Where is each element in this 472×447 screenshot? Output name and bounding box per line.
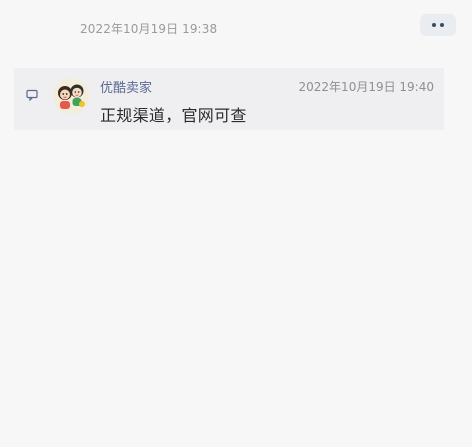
avatar[interactable] (53, 78, 89, 114)
more-options-button[interactable] (420, 14, 456, 36)
reply-card[interactable]: 优酷卖家 2022年10月19日 19:40 正规渠道，官网可查 (14, 68, 444, 130)
reply-text: 正规渠道，官网可查 (100, 106, 247, 125)
more-dot-icon (440, 23, 444, 27)
cartoon-avatar-icon (53, 78, 89, 114)
more-dot-icon (432, 23, 436, 27)
comment-bubble-icon (26, 89, 38, 101)
reply-author-name[interactable]: 优酷卖家 (100, 77, 152, 96)
reply-timestamp: 2022年10月19日 19:40 (298, 80, 434, 94)
post-meta-bar: 2022年10月19日 19:38 (0, 0, 472, 58)
post-timestamp: 2022年10月19日 19:38 (80, 22, 218, 36)
